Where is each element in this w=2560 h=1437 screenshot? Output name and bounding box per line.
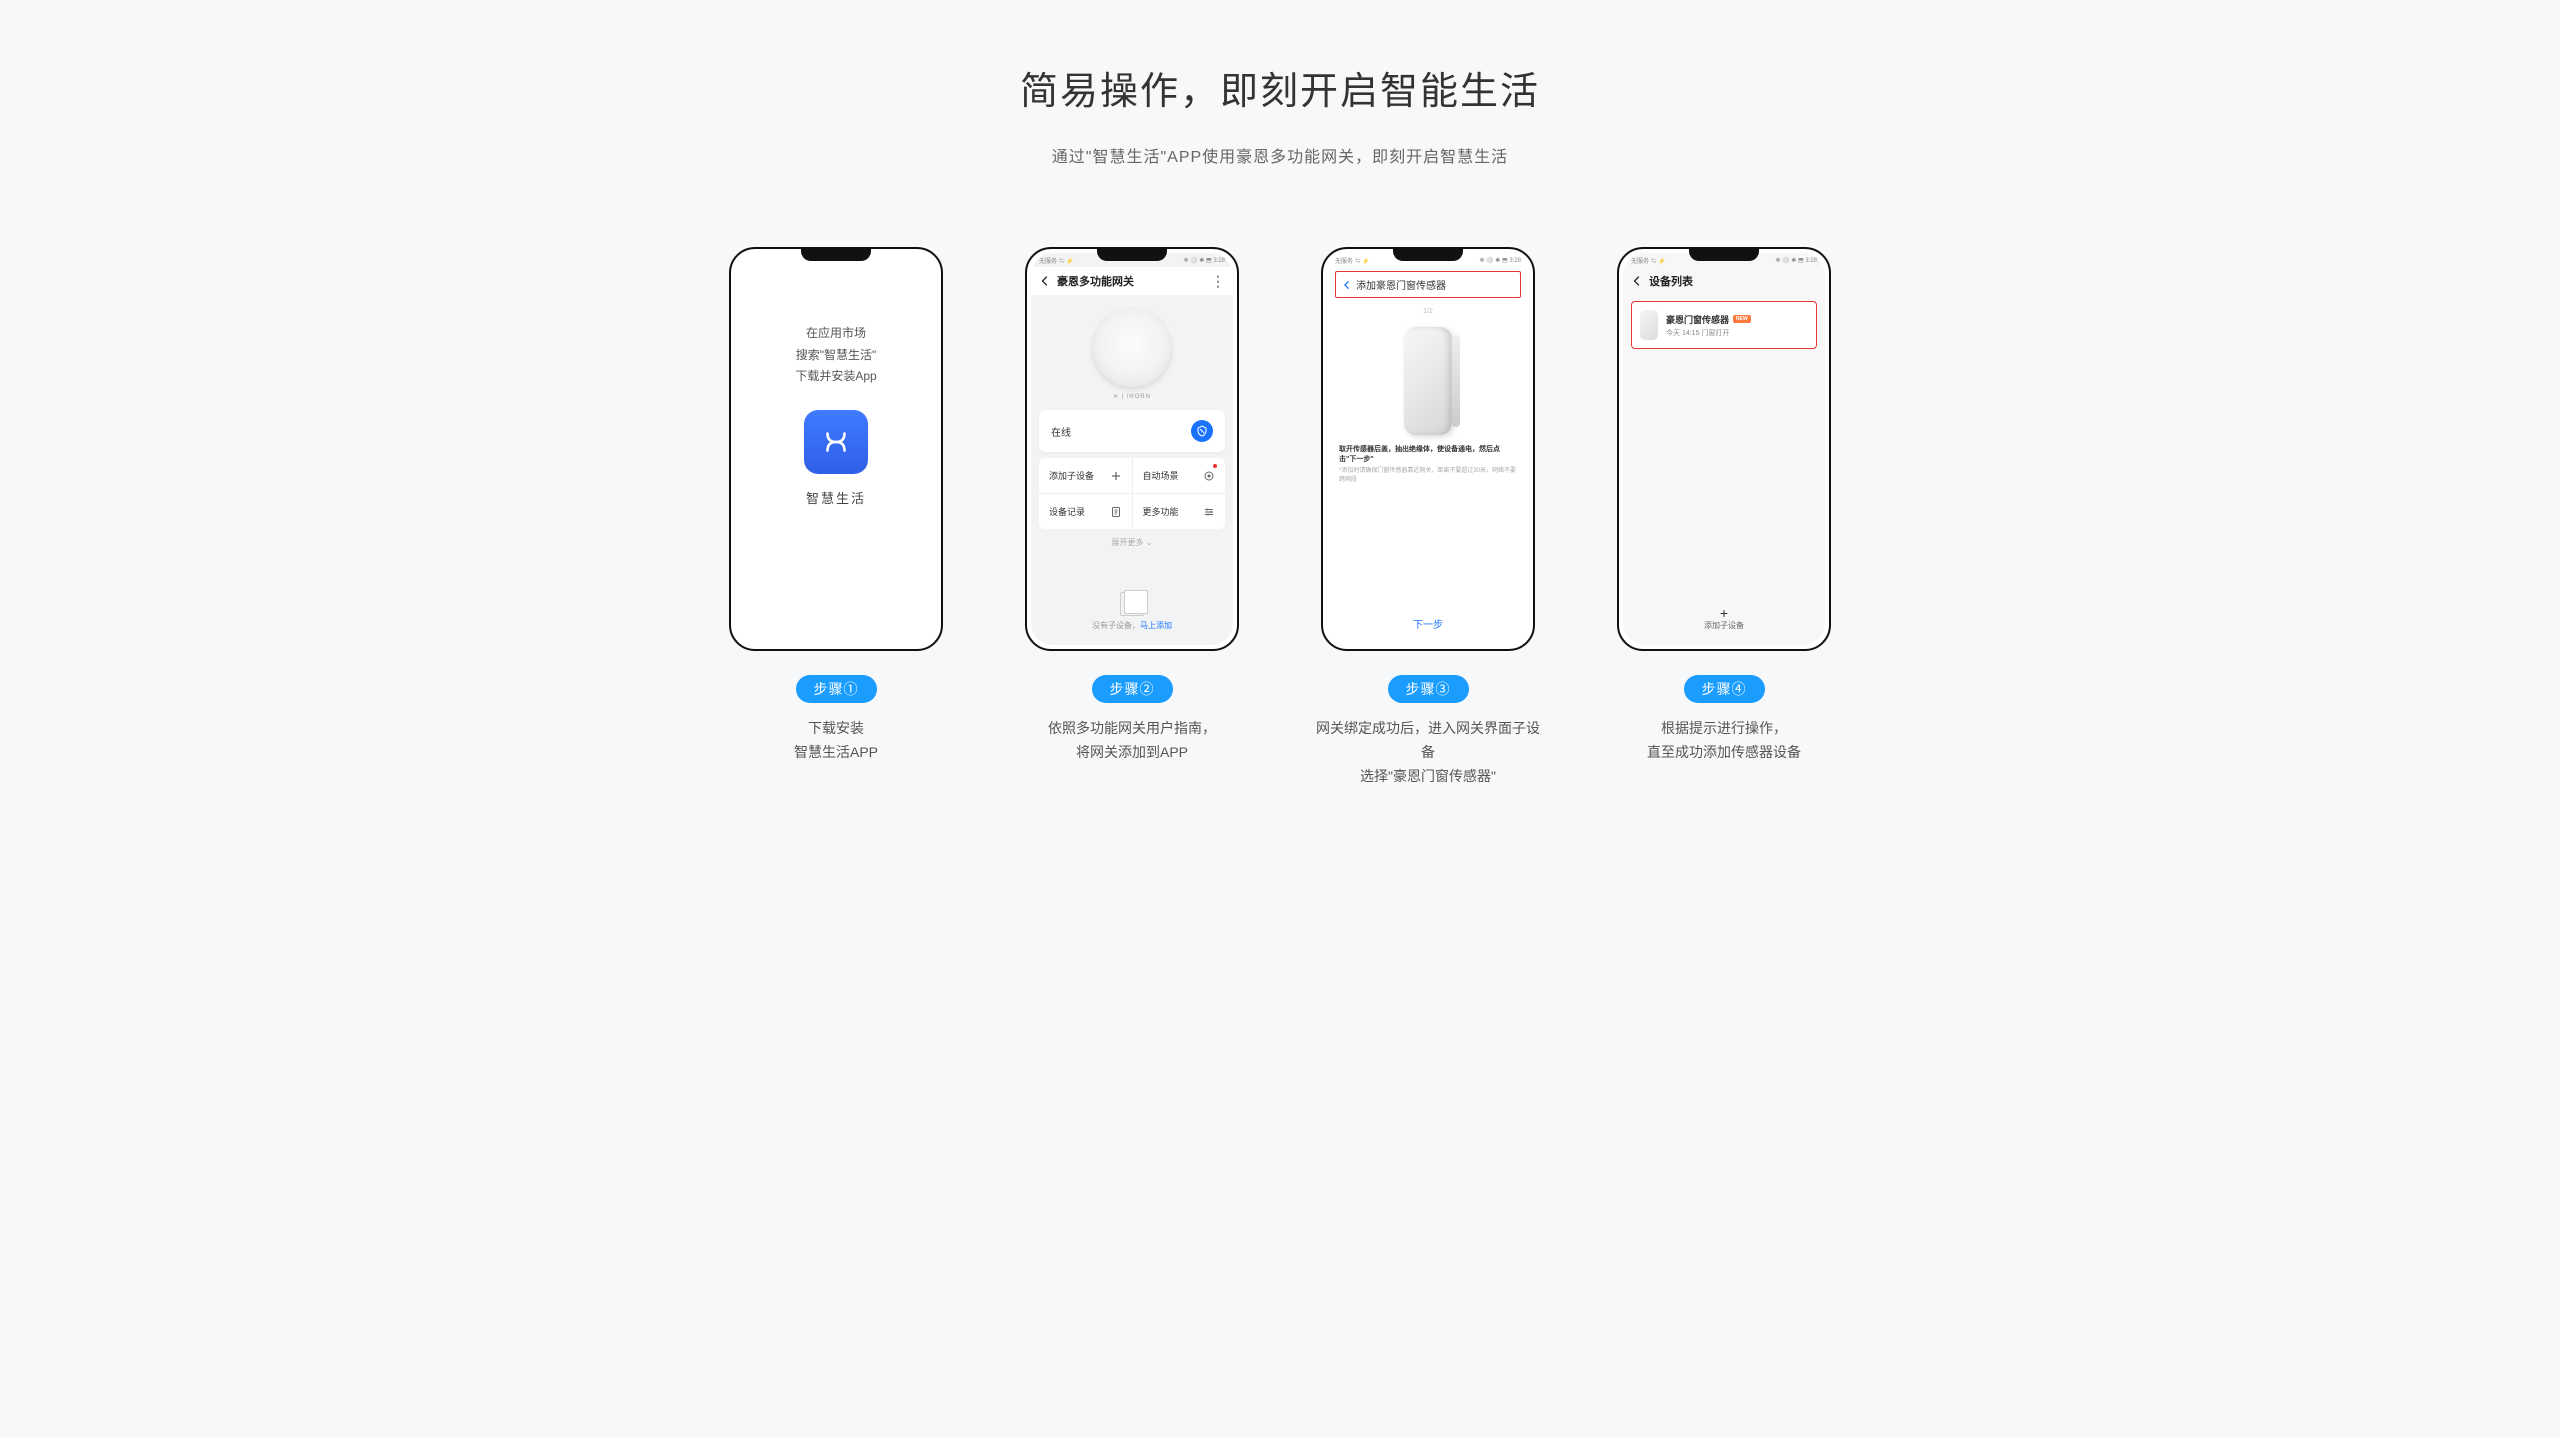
- next-button[interactable]: 下一步: [1327, 602, 1529, 645]
- phone-mockup-3: 无服务 ⇋ ⚡ ❋ ⚪ ✱ ⬒ 3:28 添加豪恩门窗传感器 1/2 取开传感器…: [1321, 247, 1535, 651]
- phone-notch: [1393, 249, 1463, 261]
- empty-state: 没有子设备，马上添加: [1031, 582, 1233, 645]
- add-sensor-title: 添加豪恩门窗传感器: [1356, 277, 1446, 292]
- instruction-note: *添加时请确保门窗传感器靠近网关，距离不要超过30米，网络不要跨网段: [1327, 465, 1529, 485]
- sensor-device-image: [1404, 327, 1452, 435]
- sensor-thumbnail: [1640, 310, 1658, 340]
- plus-icon: +: [1623, 606, 1825, 620]
- more-features-button[interactable]: 更多功能: [1133, 494, 1226, 529]
- plus-icon: [1110, 470, 1122, 482]
- online-status-row: 在线: [1039, 410, 1225, 452]
- log-icon: [1110, 506, 1122, 518]
- page-title: 简易操作，即刻开启智能生活: [560, 60, 2000, 115]
- phone-mockup-2: 无服务 ⇋ ⚡ ❋ ⚪ ✱ ⬒ 3:28 豪恩多功能网关 ⋮ ✕ | iHORN…: [1025, 247, 1239, 651]
- step-badge-1: 步骤①: [796, 675, 877, 703]
- gateway-device-image: [1093, 309, 1171, 387]
- back-icon[interactable]: [1039, 275, 1051, 287]
- device-name: 豪恩门窗传感器: [1666, 313, 1729, 326]
- device-list-item[interactable]: 豪恩门窗传感器 NEW 今天 14:15 门窗打开: [1631, 301, 1817, 349]
- shield-button[interactable]: [1191, 420, 1213, 442]
- nav-title: 豪恩多功能网关: [1057, 273, 1134, 289]
- step-desc-3: 网关绑定成功后，进入网关界面子设备 选择"豪恩门窗传感器": [1312, 717, 1544, 788]
- step-desc-2: 依照多功能网关用户指南， 将网关添加到APP: [1048, 717, 1216, 765]
- new-badge: NEW: [1733, 315, 1751, 323]
- steps-row: 在应用市场 搜索"智慧生活" 下载并安装App 智慧生活: [560, 247, 2000, 788]
- phone-mockup-1: 在应用市场 搜索"智慧生活" 下载并安装App 智慧生活: [729, 247, 943, 651]
- empty-icon: [1120, 592, 1144, 616]
- more-icon[interactable]: ⋮: [1211, 276, 1225, 286]
- app-icon[interactable]: [804, 410, 868, 474]
- back-icon[interactable]: [1342, 280, 1352, 290]
- device-status: 今天 14:15 门窗打开: [1666, 328, 1808, 338]
- app-logo-icon: [819, 425, 853, 459]
- nav-bar: 设备列表: [1623, 267, 1825, 295]
- add-now-link[interactable]: 马上添加: [1140, 621, 1172, 630]
- step-4: 无服务 ⇋ ⚡ ❋ ⚪ ✱ ⬒ 3:28 设备列表 豪恩门窗传感器 NEW: [1608, 247, 1840, 788]
- app-name: 智慧生活: [806, 488, 866, 507]
- back-icon[interactable]: [1631, 275, 1643, 287]
- nav-title: 设备列表: [1649, 273, 1693, 289]
- add-subdevice-button[interactable]: 添加子设备: [1039, 458, 1132, 493]
- brand-label: ✕ | iHORN: [1031, 393, 1233, 400]
- shield-icon: [1196, 425, 1208, 437]
- download-instruction: 在应用市场 搜索"智慧生活" 下载并安装App: [795, 323, 876, 388]
- auto-scene-button[interactable]: 自动场景: [1133, 458, 1226, 493]
- phone-notch: [1689, 249, 1759, 261]
- step-badge-3: 步骤③: [1388, 675, 1469, 703]
- online-status: 在线: [1051, 424, 1191, 439]
- device-log-button[interactable]: 设备记录: [1039, 494, 1132, 529]
- sliders-icon: [1203, 506, 1215, 518]
- step-badge-2: 步骤②: [1092, 675, 1173, 703]
- step-counter: 1/2: [1327, 308, 1529, 315]
- step-badge-4: 步骤④: [1684, 675, 1765, 703]
- scene-icon: [1203, 470, 1215, 482]
- add-subdevice-footer[interactable]: + 添加子设备: [1623, 596, 1825, 645]
- step-2: 无服务 ⇋ ⚡ ❋ ⚪ ✱ ⬒ 3:28 豪恩多功能网关 ⋮ ✕ | iHORN…: [1016, 247, 1248, 788]
- page-subtitle: 通过"智慧生活"APP使用豪恩多功能网关，即刻开启智慧生活: [560, 143, 2000, 167]
- add-sensor-header: 添加豪恩门窗传感器: [1335, 271, 1521, 298]
- instruction-text: 取开传感器后盖，抽出绝缘体，使设备通电，然后点击"下一步": [1327, 445, 1529, 465]
- step-3: 无服务 ⇋ ⚡ ❋ ⚪ ✱ ⬒ 3:28 添加豪恩门窗传感器 1/2 取开传感器…: [1312, 247, 1544, 788]
- phone-notch: [1097, 249, 1167, 261]
- phone-notch: [801, 249, 871, 261]
- step-1: 在应用市场 搜索"智慧生活" 下载并安装App 智慧生活: [720, 247, 952, 788]
- expand-more[interactable]: 展开更多 ⌄: [1031, 529, 1233, 556]
- step-desc-4: 根据提示进行操作， 直至成功添加传感器设备: [1647, 717, 1801, 765]
- step-desc-1: 下载安装 智慧生活APP: [794, 717, 878, 765]
- nav-bar: 豪恩多功能网关 ⋮: [1031, 267, 1233, 295]
- phone-mockup-4: 无服务 ⇋ ⚡ ❋ ⚪ ✱ ⬒ 3:28 设备列表 豪恩门窗传感器 NEW: [1617, 247, 1831, 651]
